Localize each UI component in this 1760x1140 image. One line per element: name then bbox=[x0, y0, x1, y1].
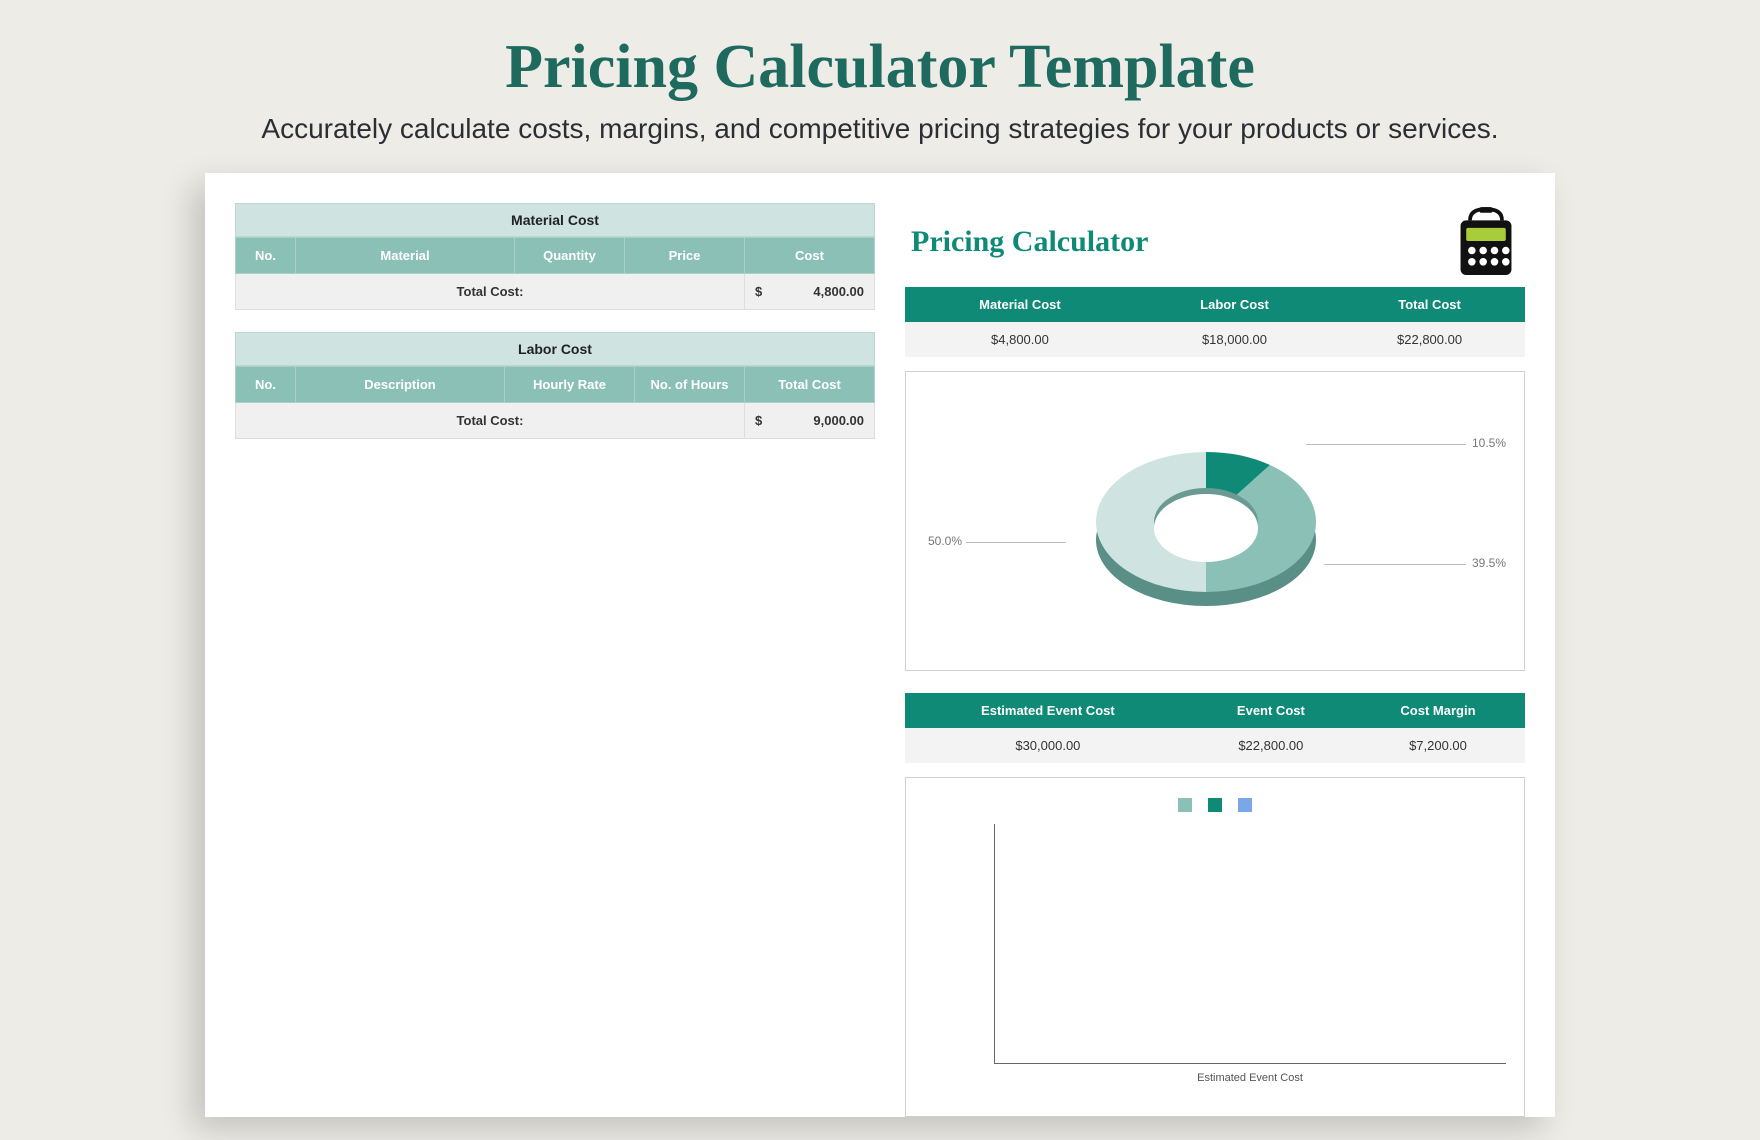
col-material: Material bbox=[296, 238, 515, 274]
spreadsheet-preview: Material Cost No. Material Quantity Pric… bbox=[205, 173, 1555, 1117]
legend-swatch-2 bbox=[1208, 798, 1222, 812]
donut-label-a: 50.0% bbox=[928, 534, 962, 548]
page-title: Pricing Calculator Template bbox=[0, 0, 1760, 103]
col-total: Total Cost bbox=[745, 367, 875, 403]
summary-costs: Material Cost Labor Cost Total Cost $4,8… bbox=[905, 287, 1525, 357]
sum1-h1: Labor Cost bbox=[1135, 287, 1334, 322]
sum1-v0: $4,800.00 bbox=[905, 322, 1135, 357]
summary-event: Estimated Event Cost Event Cost Cost Mar… bbox=[905, 693, 1525, 763]
labor-title: Labor Cost bbox=[235, 332, 875, 366]
brand-title: Pricing Calculator bbox=[911, 225, 1148, 259]
sum2-v2: $7,200.00 bbox=[1351, 728, 1525, 763]
sum2-h2: Cost Margin bbox=[1351, 693, 1525, 728]
sum1-v2: $22,800.00 bbox=[1334, 322, 1525, 357]
sum2-v0: $30,000.00 bbox=[905, 728, 1191, 763]
labor-table: No. Description Hourly Rate No. of Hours… bbox=[235, 366, 875, 439]
material-total: $4,800.00 bbox=[745, 274, 875, 310]
legend-swatch-1 bbox=[1178, 798, 1192, 812]
col-price: Price bbox=[625, 238, 745, 274]
bar-legend bbox=[924, 796, 1506, 814]
sum1-h2: Total Cost bbox=[1334, 287, 1525, 322]
col-hours: No. of Hours bbox=[635, 367, 745, 403]
sum2-h1: Event Cost bbox=[1191, 693, 1351, 728]
page-subtitle: Accurately calculate costs, margins, and… bbox=[0, 113, 1760, 145]
sum1-v1: $18,000.00 bbox=[1135, 322, 1334, 357]
bar-xlabel: Estimated Event Cost bbox=[994, 1072, 1506, 1084]
donut-chart: 50.0% 10.5% 39.5% bbox=[905, 371, 1525, 671]
donut-label-b: 10.5% bbox=[1472, 436, 1506, 450]
col-cost: Cost bbox=[745, 238, 875, 274]
calculator-icon bbox=[1453, 207, 1519, 277]
col-no: No. bbox=[236, 367, 296, 403]
labor-total-label: Total Cost: bbox=[236, 403, 745, 439]
labor-total: $9,000.00 bbox=[745, 403, 875, 439]
material-total-label: Total Cost: bbox=[236, 274, 745, 310]
bar-chart: Estimated Event Cost bbox=[905, 777, 1525, 1117]
material-title: Material Cost bbox=[235, 203, 875, 237]
sum2-v1: $22,800.00 bbox=[1191, 728, 1351, 763]
material-table: No. Material Quantity Price Cost Total C… bbox=[235, 237, 875, 310]
donut-label-c: 39.5% bbox=[1472, 556, 1506, 570]
sum1-h0: Material Cost bbox=[905, 287, 1135, 322]
col-rate: Hourly Rate bbox=[505, 367, 635, 403]
col-no: No. bbox=[236, 238, 296, 274]
sum2-h0: Estimated Event Cost bbox=[905, 693, 1191, 728]
legend-swatch-3 bbox=[1238, 798, 1252, 812]
col-qty: Quantity bbox=[515, 238, 625, 274]
col-desc: Description bbox=[296, 367, 505, 403]
